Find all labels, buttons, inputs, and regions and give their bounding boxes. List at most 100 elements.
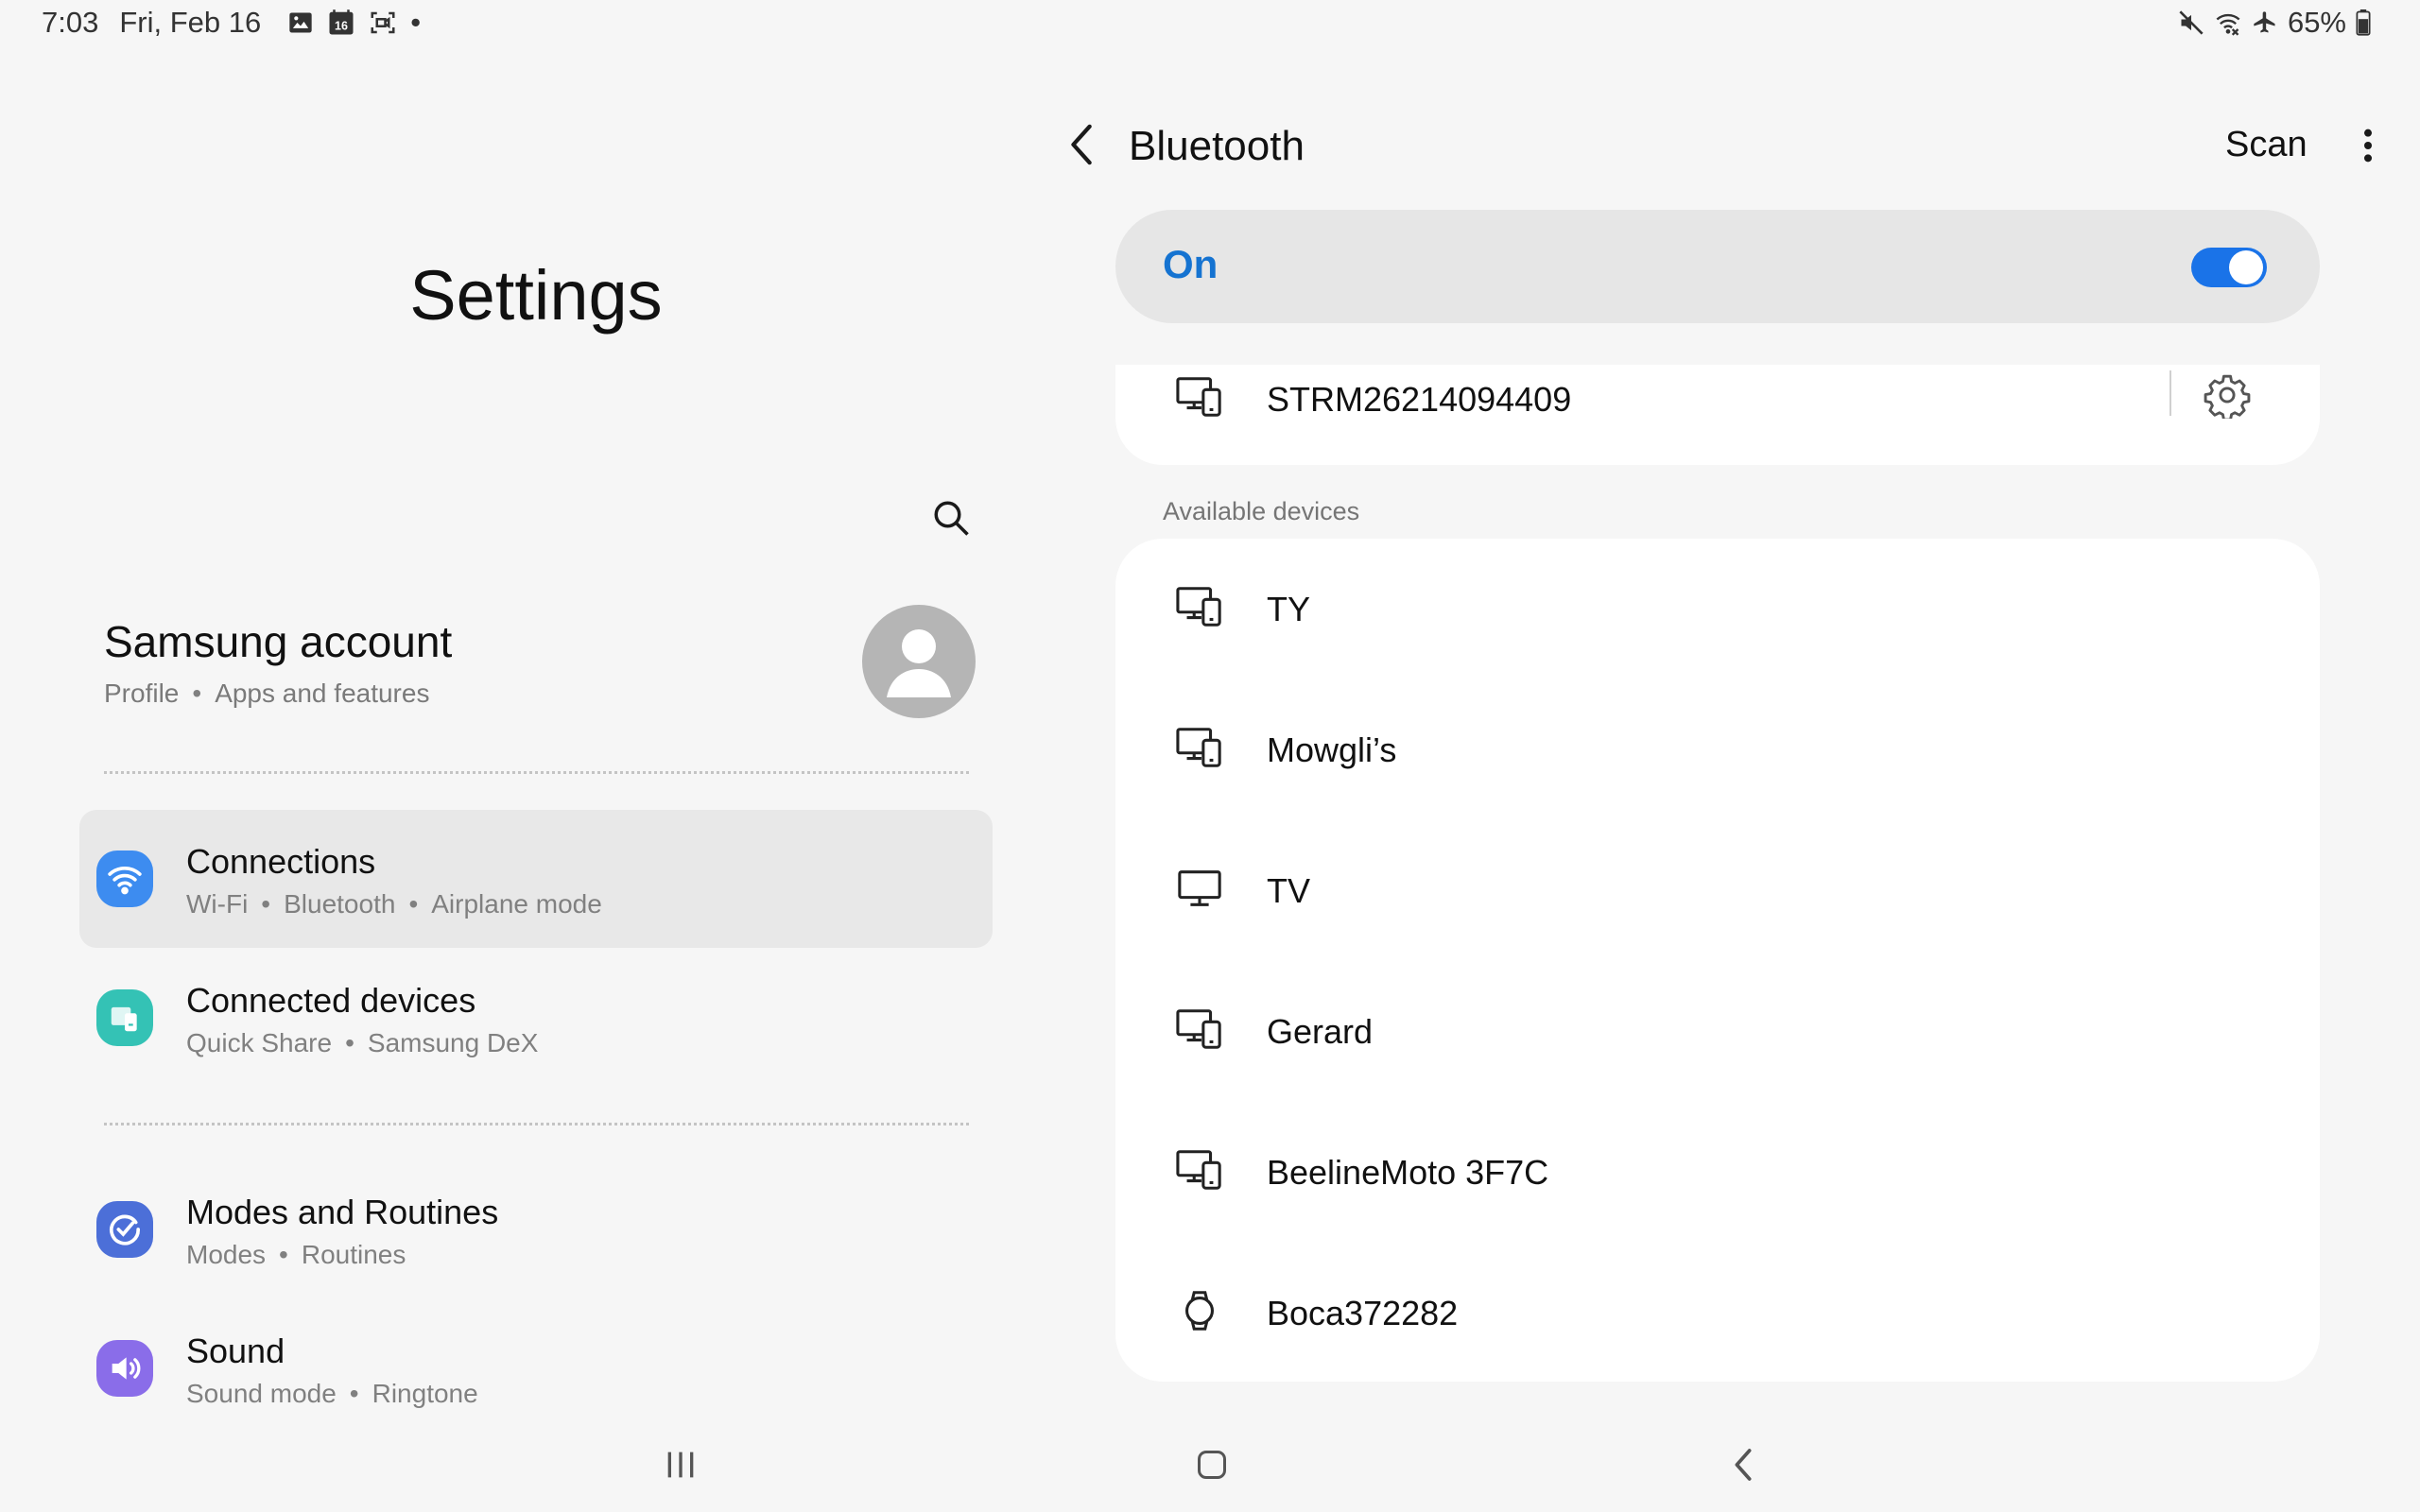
switch-knob — [2229, 250, 2263, 284]
account-sub-profile: Profile — [104, 679, 180, 708]
back-button[interactable] — [1059, 121, 1106, 168]
menu-item-connections[interactable]: Connections Wi-Fi • Bluetooth • Airplane mod… — [79, 810, 993, 948]
device-name: Gerard — [1267, 1012, 1374, 1051]
account-subtitle: Profile • Apps and features — [104, 679, 430, 708]
bluetooth-switch[interactable] — [2191, 248, 2267, 287]
recent-apps-icon — [667, 1452, 694, 1478]
menu-icon-bg — [96, 989, 153, 1046]
device-row[interactable]: TY — [1115, 539, 2320, 679]
gallery-icon — [289, 12, 312, 33]
menu-subtitle: Sound mode • Ringtone — [186, 1379, 478, 1408]
menu-sub-item: Sound mode — [186, 1379, 337, 1408]
menu-item-connected-devices[interactable]: Connected devices Quick Share • Samsung De… — [79, 949, 993, 1087]
watch-icon — [1185, 1291, 1214, 1331]
device-row[interactable]: TV — [1115, 820, 2320, 961]
home-icon — [1198, 1451, 1226, 1479]
divider — [104, 1123, 969, 1125]
airplane-icon — [2254, 11, 2275, 33]
search-icon — [934, 501, 969, 536]
menu-sub-item: Ringtone — [372, 1379, 478, 1408]
menu-sub-item: Modes — [186, 1240, 267, 1269]
battery-icon — [2356, 9, 2371, 36]
wifi-icon — [108, 867, 142, 895]
screen-recorder-icon — [371, 11, 395, 34]
menu-subtitle: Modes • Routines — [186, 1240, 406, 1269]
menu-title: Connections — [186, 842, 376, 881]
separator — [2169, 370, 2171, 416]
devices-icon — [1176, 377, 1221, 417]
avatar[interactable] — [862, 605, 976, 718]
device-settings-button[interactable] — [2201, 369, 2254, 421]
device-name: Boca372282 — [1267, 1294, 1459, 1332]
wifi-off-icon — [2216, 13, 2240, 36]
page-title: Settings — [409, 256, 663, 335]
menu-sub-item: Quick Share — [186, 1028, 333, 1057]
device-row[interactable]: Boca372282 — [1115, 1243, 2320, 1383]
device-name: TY — [1267, 590, 1311, 628]
menu-subtitle: Quick Share • Samsung DeX — [186, 1028, 539, 1057]
bluetooth-toggle-card[interactable]: On — [1115, 210, 2320, 323]
battery-percent: 65% — [2287, 6, 2346, 39]
paired-devices-card: STRM26214094409 — [1115, 365, 2320, 465]
account-sub-apps: Apps and features — [215, 679, 430, 708]
status-date: Fri, Feb 16 — [119, 6, 262, 39]
bluetooth-header: Bluetooth Scan — [1059, 113, 2382, 180]
device-name: STRM26214094409 — [1267, 380, 1572, 419]
menu-title: Modes and Routines — [186, 1193, 499, 1231]
menu-icon-bg — [96, 1201, 153, 1258]
menu-sub-item: Samsung DeX — [367, 1028, 539, 1057]
calendar-badge: 16 — [335, 20, 348, 33]
speaker-icon — [112, 1357, 141, 1380]
menu-sub-item: Bluetooth — [284, 889, 396, 919]
chevron-left-icon — [1071, 124, 1092, 165]
menu-title: Sound — [186, 1332, 285, 1370]
recent-apps-button[interactable] — [652, 1438, 709, 1491]
status-time: 7:03 — [42, 6, 99, 39]
samsung-account-item[interactable]: Samsung account Profile • Apps and feature… — [104, 605, 983, 748]
monitor-icon — [1178, 870, 1221, 906]
scan-button[interactable]: Scan — [2225, 125, 2308, 165]
connected-devices-icon — [111, 1006, 137, 1032]
person-icon — [887, 629, 951, 697]
menu-icon-bg — [96, 850, 153, 907]
toggle-label: On — [1163, 242, 1219, 286]
available-devices-label: Available devices — [1163, 497, 1360, 525]
device-row[interactable]: BeelineMoto 3F7C — [1115, 1102, 2320, 1243]
menu-subtitle: Wi-Fi • Bluetooth • Airplane mode — [186, 889, 602, 919]
navigation-bar — [0, 1418, 2420, 1512]
search-button[interactable] — [926, 493, 976, 542]
menu-sub-item: Wi-Fi — [186, 889, 249, 919]
nav-back-button[interactable] — [1715, 1438, 1772, 1491]
status-bar: 7:03 Fri, Feb 16 16 • 65% — [0, 0, 2420, 49]
home-button[interactable] — [1184, 1438, 1240, 1491]
available-devices-card: TY Mowgli’s TV Gerard BeelineMoto 3F7C B… — [1115, 539, 2320, 1382]
notification-icons: 16 • — [287, 6, 421, 40]
device-name: BeelineMoto 3F7C — [1267, 1153, 1549, 1192]
menu-sub-item: Airplane mode — [431, 889, 602, 919]
devices-icon — [1176, 587, 1221, 627]
devices-icon — [1176, 1009, 1221, 1049]
status-right: 65% — [2178, 6, 2371, 40]
device-name: Mowgli’s — [1267, 730, 1397, 769]
mute-icon — [2179, 10, 2204, 35]
device-row[interactable]: Mowgli’s — [1115, 679, 2320, 820]
device-row[interactable]: Gerard — [1115, 961, 2320, 1102]
account-title: Samsung account — [104, 617, 453, 666]
status-left: 7:03 Fri, Feb 16 16 • — [42, 6, 421, 40]
menu-icon-bg — [96, 1340, 153, 1397]
gear-icon — [2204, 374, 2251, 419]
menu-sub-item: Routines — [301, 1240, 406, 1269]
settings-list-pane: Settings Samsung account Profile • Apps an… — [0, 49, 1072, 1410]
device-name: TV — [1267, 871, 1311, 910]
menu-item-modes-routines[interactable]: Modes and Routines Modes • Routines — [79, 1160, 993, 1298]
menu-title: Connected devices — [186, 981, 476, 1020]
more-vert-icon — [2364, 129, 2372, 163]
check-circle-icon — [110, 1214, 141, 1246]
more-options-button[interactable] — [2344, 119, 2392, 172]
devices-icon — [1176, 728, 1221, 767]
back-icon — [1735, 1449, 1752, 1481]
divider — [104, 771, 969, 774]
page-title: Bluetooth — [1129, 123, 1305, 169]
devices-icon — [1176, 1150, 1221, 1190]
calendar-icon: 16 — [329, 9, 354, 35]
